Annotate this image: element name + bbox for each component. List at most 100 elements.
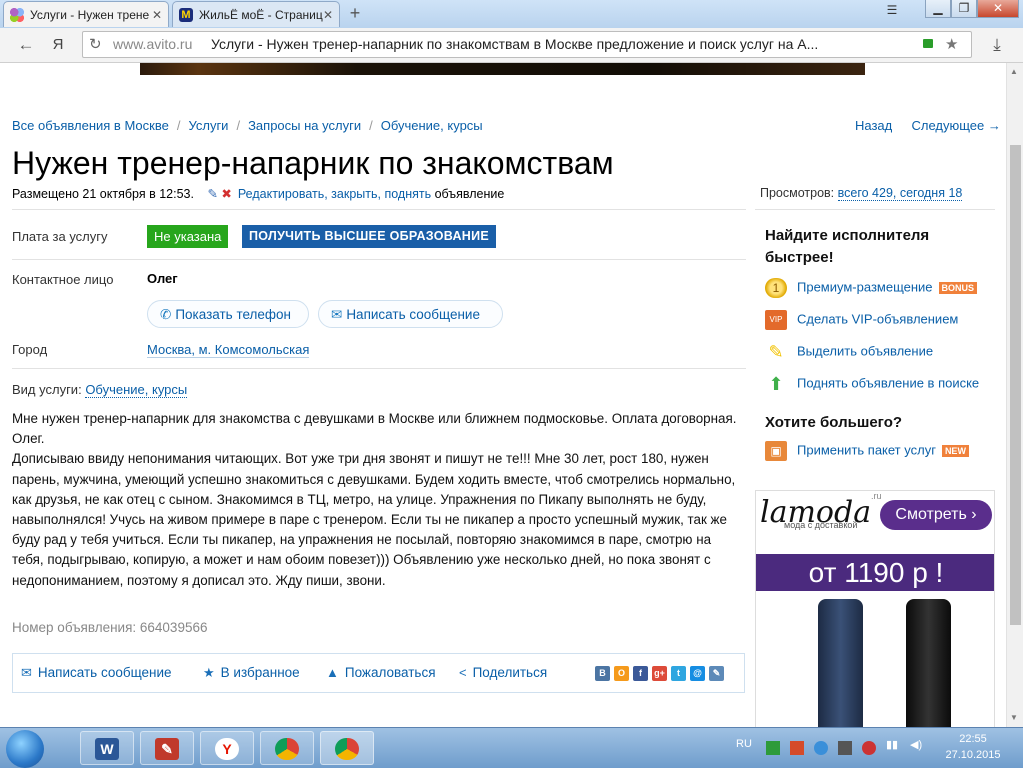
action-bar: ✉ Написать сообщение ★ В избранное ▲ Пожало… xyxy=(12,653,745,693)
bookmark-star-icon[interactable]: ★ xyxy=(945,32,958,57)
city-value: Москва, м. Комсомольская xyxy=(147,342,310,358)
tab-close-icon[interactable]: ✕ xyxy=(323,2,333,27)
vk-share-icon[interactable]: В xyxy=(595,666,610,681)
lamoda-advertisement[interactable]: lamoda .ru мода с доставкой Смотреть › о… xyxy=(755,490,995,727)
breadcrumb-separator: / xyxy=(236,118,241,133)
sidebar-item-vip[interactable]: VIP Сделать VIP-объявлением xyxy=(765,310,958,330)
sidebar-item-premium[interactable]: 1 Премиум-размещение BONUS xyxy=(765,278,978,298)
breadcrumb-item[interactable]: Обучение, курсы xyxy=(381,118,483,133)
ad-description: Мне нужен тренер-напарник для знакомства… xyxy=(12,409,746,591)
googleplus-share-icon[interactable]: g+ xyxy=(652,666,667,681)
yandex-icon[interactable]: Я xyxy=(47,34,69,56)
action-favorite-label: В избранное xyxy=(220,665,300,680)
address-bar[interactable]: ↻ www.avito.ru Услуги - Нужен тренер-нап… xyxy=(82,31,972,58)
tray-app-icon[interactable] xyxy=(790,741,804,755)
tray-check-icon[interactable] xyxy=(766,741,780,755)
language-indicator[interactable]: RU xyxy=(736,738,752,750)
next-link[interactable]: Следующее → xyxy=(912,118,1001,133)
show-phone-button[interactable]: ✆ Показать телефон xyxy=(147,300,309,328)
tab-avito[interactable]: Услуги - Нужен трене ✕ xyxy=(3,1,169,27)
views-counter: Просмотров: всего 429, сегодня 18 xyxy=(760,186,963,201)
action-complain-label: Пожаловаться xyxy=(344,665,436,680)
views-value[interactable]: всего 429, сегодня 18 xyxy=(837,186,963,201)
action-message[interactable]: ✉ Написать сообщение xyxy=(21,665,172,681)
system-clock[interactable]: 22:55 27.10.2015 xyxy=(942,731,1004,763)
address-title: Услуги - Нужен тренер-напарник по знаком… xyxy=(211,36,819,52)
education-promo-badge[interactable]: ПОЛУЧИТЬ ВЫСШЕЕ ОБРАЗОВАНИЕ xyxy=(242,225,497,248)
description-paragraph: Мне нужен тренер-напарник для знакомства… xyxy=(12,411,737,447)
reload-icon[interactable]: ↻ xyxy=(89,32,102,57)
facebook-share-icon[interactable]: f xyxy=(633,666,648,681)
site-m-favicon-icon: M xyxy=(179,8,193,22)
download-icon[interactable]: ⤓ xyxy=(986,34,1008,56)
tab-zhilyo[interactable]: M ЖильЁ моЁ - Страниц ✕ xyxy=(172,1,340,27)
action-favorite[interactable]: ★ В избранное xyxy=(203,665,300,681)
menu-icon[interactable]: ☰ xyxy=(878,2,906,20)
bonus-badge: BONUS xyxy=(938,282,978,294)
sidebar-heading-more: Хотите большего? xyxy=(765,414,903,431)
lamoda-tagline: мода с доставкой xyxy=(784,520,858,530)
lock-icon xyxy=(923,39,933,48)
listing-nav: Назад Следующее → xyxy=(855,118,1001,133)
close-window-button[interactable]: ✕ xyxy=(977,0,1019,18)
lamoda-logo-suffix: .ru xyxy=(871,491,882,501)
taskbar-word[interactable]: W xyxy=(80,731,134,765)
taskbar-yandex[interactable]: Y xyxy=(200,731,254,765)
service-label: Вид услуги: xyxy=(12,382,82,397)
sidebar-item-package[interactable]: ▣ Применить пакет услуг NEW xyxy=(765,441,969,461)
sidebar-item-label: Применить пакет услуг xyxy=(797,442,936,458)
breadcrumb-item[interactable]: Все объявления в Москве xyxy=(12,118,169,133)
action-share[interactable]: < Поделиться xyxy=(459,665,547,680)
network-icon[interactable]: ▮▮ xyxy=(886,738,898,751)
twitter-share-icon[interactable]: t xyxy=(671,666,686,681)
new-tab-button[interactable]: + xyxy=(345,4,365,24)
taskbar-chrome-active[interactable] xyxy=(320,731,374,765)
start-button[interactable] xyxy=(6,730,44,768)
star-icon: ★ xyxy=(203,665,215,680)
scroll-up-icon[interactable]: ▲ xyxy=(1010,67,1018,76)
delete-x-icon[interactable]: ✖ xyxy=(221,187,231,201)
ad-number: Номер объявления: 664039566 xyxy=(12,620,208,635)
scrollbar-thumb[interactable] xyxy=(1010,145,1021,625)
odnoklassniki-share-icon[interactable]: О xyxy=(614,666,629,681)
yandex-browser-icon: Y xyxy=(215,738,239,760)
chrome-icon xyxy=(275,738,299,760)
scroll-down-icon[interactable]: ▼ xyxy=(1010,713,1018,722)
tab-close-icon[interactable]: ✕ xyxy=(152,2,162,27)
browser-toolbar: ← Я ↻ www.avito.ru Услуги - Нужен тренер… xyxy=(0,28,1023,63)
minimize-button[interactable]: ▁ xyxy=(925,0,951,18)
tray-box-icon[interactable] xyxy=(838,741,852,755)
tray-security-icon[interactable] xyxy=(862,741,876,755)
tray-sync-icon[interactable] xyxy=(814,741,828,755)
action-complain[interactable]: ▲ Пожаловаться xyxy=(326,665,436,680)
sidebar-item-raise[interactable]: ⬆ Поднять объявление в поиске xyxy=(765,374,979,394)
top-banner-image[interactable] xyxy=(140,63,865,75)
mailru-share-icon[interactable]: @ xyxy=(690,666,705,681)
coin-icon: 1 xyxy=(765,278,787,298)
sidebar-item-highlight[interactable]: ✎ Выделить объявление xyxy=(765,342,933,362)
price-value-badge: Не указана xyxy=(147,225,229,248)
city-link[interactable]: Москва, м. Комсомольская xyxy=(147,342,310,358)
sidebar-heading-find: Найдите исполнителя быстрее! xyxy=(765,227,930,266)
ad-watch-button[interactable]: Смотреть › xyxy=(880,500,992,530)
back-link[interactable]: Назад xyxy=(855,118,892,133)
pencil-icon[interactable]: ✎ xyxy=(207,187,217,201)
maximize-button[interactable]: ❐ xyxy=(951,0,977,18)
livejournal-share-icon[interactable]: ✎ xyxy=(709,666,724,681)
edit-link[interactable]: Редактировать, закрыть, поднять xyxy=(238,187,431,201)
back-arrow-icon[interactable]: ← xyxy=(15,34,37,56)
volume-icon[interactable]: ◀) xyxy=(910,738,922,751)
browser-titlebar: Услуги - Нужен трене ✕ M ЖильЁ моЁ - Стр… xyxy=(0,0,1023,28)
ad-price-banner: от 1190 р ! xyxy=(756,554,994,591)
breadcrumb-item[interactable]: Запросы на услуги xyxy=(248,118,361,133)
black-boot-image xyxy=(906,599,951,727)
service-link[interactable]: Обучение, курсы xyxy=(85,382,188,398)
blue-boot-image xyxy=(818,599,863,727)
page-scrollbar[interactable]: ▲ ▼ xyxy=(1006,63,1023,727)
taskbar-paint[interactable]: ✎ xyxy=(140,731,194,765)
breadcrumb-item[interactable]: Услуги xyxy=(188,118,228,133)
breadcrumb-separator: / xyxy=(176,118,181,133)
write-message-button[interactable]: ✉ Написать сообщение xyxy=(318,300,503,328)
tab-label: ЖильЁ моЁ - Страниц xyxy=(199,8,323,22)
taskbar-chrome[interactable] xyxy=(260,731,314,765)
